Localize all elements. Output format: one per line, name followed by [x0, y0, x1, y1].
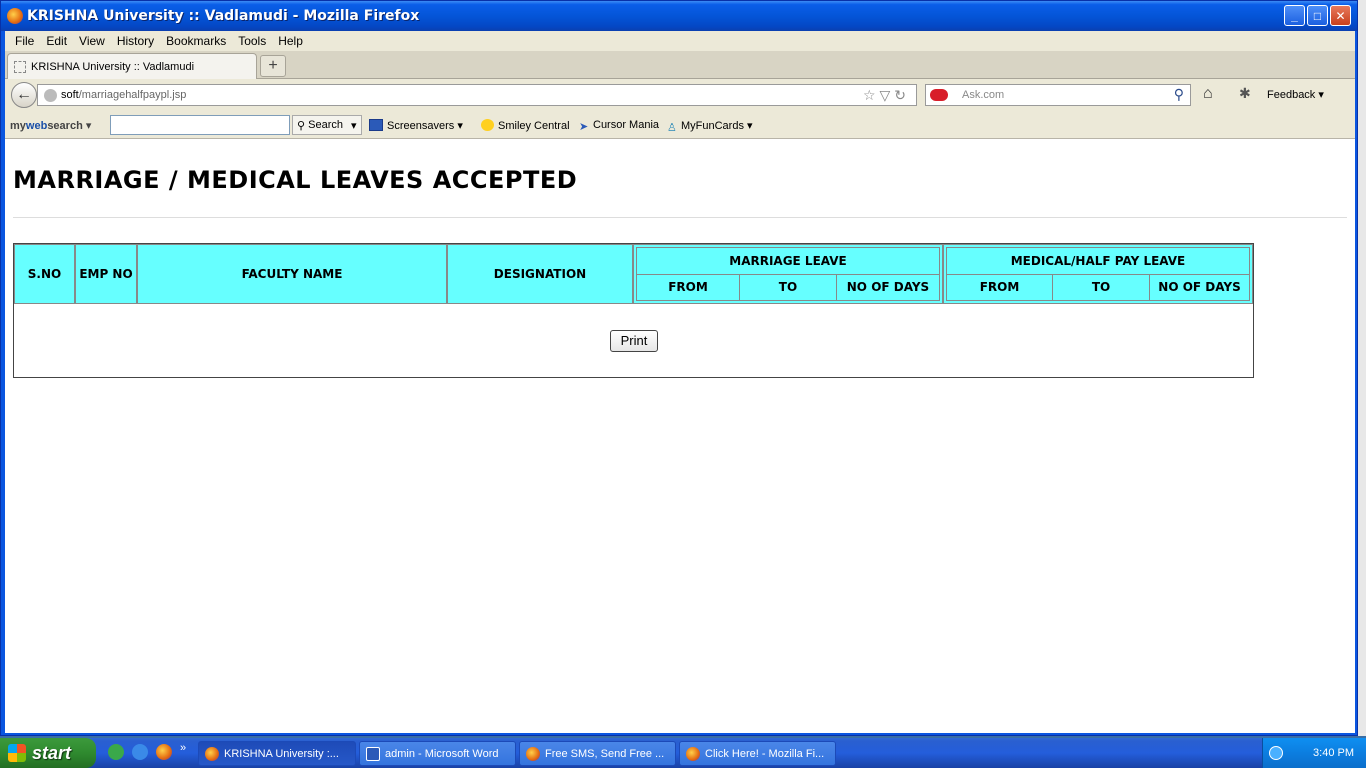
medical-from: FROM [945, 273, 1054, 301]
marriage-leave-title: MARRIAGE LEAVE [636, 247, 940, 275]
quicklaunch-more-icon[interactable]: » [180, 742, 186, 754]
browser-client-area: File Edit View History Bookmarks Tools H… [5, 31, 1355, 733]
maximize-button[interactable]: □ [1307, 5, 1328, 26]
col-designation: DESIGNATION [447, 244, 633, 304]
menu-file[interactable]: File [9, 34, 40, 48]
clock: 3:40 PM [1313, 747, 1354, 759]
system-tray: 3:40 PM [1262, 738, 1366, 768]
myfuncards-button[interactable]: ♙ MyFunCards ▾ [667, 119, 753, 134]
word-icon [366, 746, 380, 761]
url-path: /marriagehalfpaypl.jsp [78, 89, 187, 101]
firefox-icon [526, 746, 540, 761]
ie-icon[interactable] [132, 744, 148, 760]
search-placeholder: Ask.com [962, 89, 1005, 101]
url-bar[interactable]: soft /marriagehalfpaypl.jsp ☆▽↻ [37, 84, 917, 106]
card-icon: ♙ [667, 122, 677, 134]
globe-icon [44, 88, 57, 102]
smiley-central-button[interactable]: Smiley Central [481, 119, 570, 132]
browser-window: KRISHNA University :: Vadlamudi - Mozill… [0, 0, 1358, 736]
ask-logo-icon [930, 89, 948, 101]
task-microsoft-word[interactable]: admin - Microsoft Word [359, 741, 516, 766]
addon-icon[interactable]: ✱ [1239, 85, 1251, 102]
feedback-button[interactable]: Feedback ▾ [1267, 88, 1324, 101]
page-content: MARRIAGE / MEDICAL LEAVES ACCEPTED S.NO … [5, 140, 1355, 733]
back-button[interactable]: ← [11, 82, 37, 108]
marriage-leave-group: MARRIAGE LEAVE FROM TO NO OF DAYS [633, 244, 943, 304]
marriage-days: NO OF DAYS [835, 273, 941, 301]
menu-history[interactable]: History [111, 34, 160, 48]
mywebsearch-toolbar: mywebsearch ▾ ⚲ Search ▾ Screensavers ▾ … [5, 111, 1355, 139]
col-sno: S.NO [14, 244, 75, 304]
menu-tools[interactable]: Tools [232, 34, 272, 48]
utorrent-icon[interactable] [108, 744, 124, 760]
taskbar: start » KRISHNA University :... admin - … [0, 738, 1366, 768]
chevron-down-icon[interactable]: ▾ [351, 119, 357, 132]
marriage-from: FROM [635, 273, 741, 301]
search-bar[interactable]: Ask.com ⚲ [925, 84, 1191, 106]
menu-help[interactable]: Help [272, 34, 309, 48]
tab-label: KRISHNA University :: Vadlamudi [31, 60, 195, 73]
menu-edit[interactable]: Edit [40, 34, 73, 48]
desktop-edge [1358, 0, 1366, 736]
search-icon: ⚲ [297, 119, 309, 132]
firefox-icon [7, 8, 23, 24]
divider [13, 217, 1347, 218]
menu-bookmarks[interactable]: Bookmarks [160, 34, 232, 48]
close-button[interactable]: ✕ [1330, 5, 1351, 26]
page-favicon-icon [14, 60, 26, 73]
minimize-button[interactable]: _ [1284, 5, 1305, 26]
print-button[interactable]: Print [610, 330, 658, 352]
start-label: start [32, 742, 72, 763]
smiley-icon [481, 119, 494, 131]
col-faculty-name: FACULTY NAME [137, 244, 447, 304]
marriage-to: TO [739, 273, 837, 301]
url-domain: soft [61, 89, 79, 101]
network-icon[interactable] [1269, 746, 1283, 760]
window-controls: _ □ ✕ [1284, 5, 1351, 26]
windows-flag-icon [8, 744, 26, 762]
browser-tab[interactable]: KRISHNA University :: Vadlamudi [7, 53, 257, 79]
leaves-table-header: S.NO EMP NO FACULTY NAME DESIGNATION MAR… [14, 244, 1253, 304]
home-icon[interactable]: ⌂ [1203, 85, 1213, 103]
search-label: Search [308, 119, 343, 131]
task-krishna-university[interactable]: KRISHNA University :... [198, 741, 356, 766]
task-free-sms[interactable]: Free SMS, Send Free ... [519, 741, 676, 766]
start-button[interactable]: start [0, 738, 96, 768]
medical-leave-group: MEDICAL/HALF PAY LEAVE FROM TO NO OF DAY… [943, 244, 1253, 304]
task-click-here[interactable]: Click Here! - Mozilla Fi... [679, 741, 836, 766]
title-bar[interactable]: KRISHNA University :: Vadlamudi - Mozill… [1, 1, 1357, 31]
monitor-icon [369, 119, 383, 131]
new-tab-button[interactable]: + [260, 55, 286, 77]
navigation-bar: ← soft /marriagehalfpaypl.jsp ☆▽↻ Ask.co… [5, 79, 1355, 111]
col-empno: EMP NO [75, 244, 137, 304]
medical-leave-title: MEDICAL/HALF PAY LEAVE [946, 247, 1250, 275]
window-title: KRISHNA University :: Vadlamudi - Mozill… [27, 8, 420, 24]
medical-days: NO OF DAYS [1149, 273, 1250, 301]
tab-strip: KRISHNA University :: Vadlamudi + [5, 51, 1355, 79]
mywebsearch-input[interactable] [110, 115, 290, 135]
cursor-mania-button[interactable]: ➤ Cursor Mania [579, 119, 659, 133]
menu-view[interactable]: View [73, 34, 111, 48]
search-icon[interactable]: ⚲ [1174, 86, 1184, 103]
mywebsearch-search-button[interactable]: ⚲ Search ▾ [292, 115, 362, 135]
medical-to: TO [1052, 273, 1150, 301]
bookmark-star-icon[interactable]: ☆▽↻ [863, 87, 910, 104]
firefox-icon [205, 746, 219, 761]
leaves-report: S.NO EMP NO FACULTY NAME DESIGNATION MAR… [13, 243, 1254, 378]
firefox-icon[interactable] [156, 744, 172, 760]
menu-bar: File Edit View History Bookmarks Tools H… [5, 31, 1355, 51]
cursor-icon: ➤ [579, 121, 589, 133]
screensavers-button[interactable]: Screensavers ▾ [369, 119, 463, 132]
page-title: MARRIAGE / MEDICAL LEAVES ACCEPTED [13, 166, 578, 194]
mywebsearch-logo[interactable]: mywebsearch ▾ [10, 119, 91, 132]
firefox-icon [686, 746, 700, 761]
